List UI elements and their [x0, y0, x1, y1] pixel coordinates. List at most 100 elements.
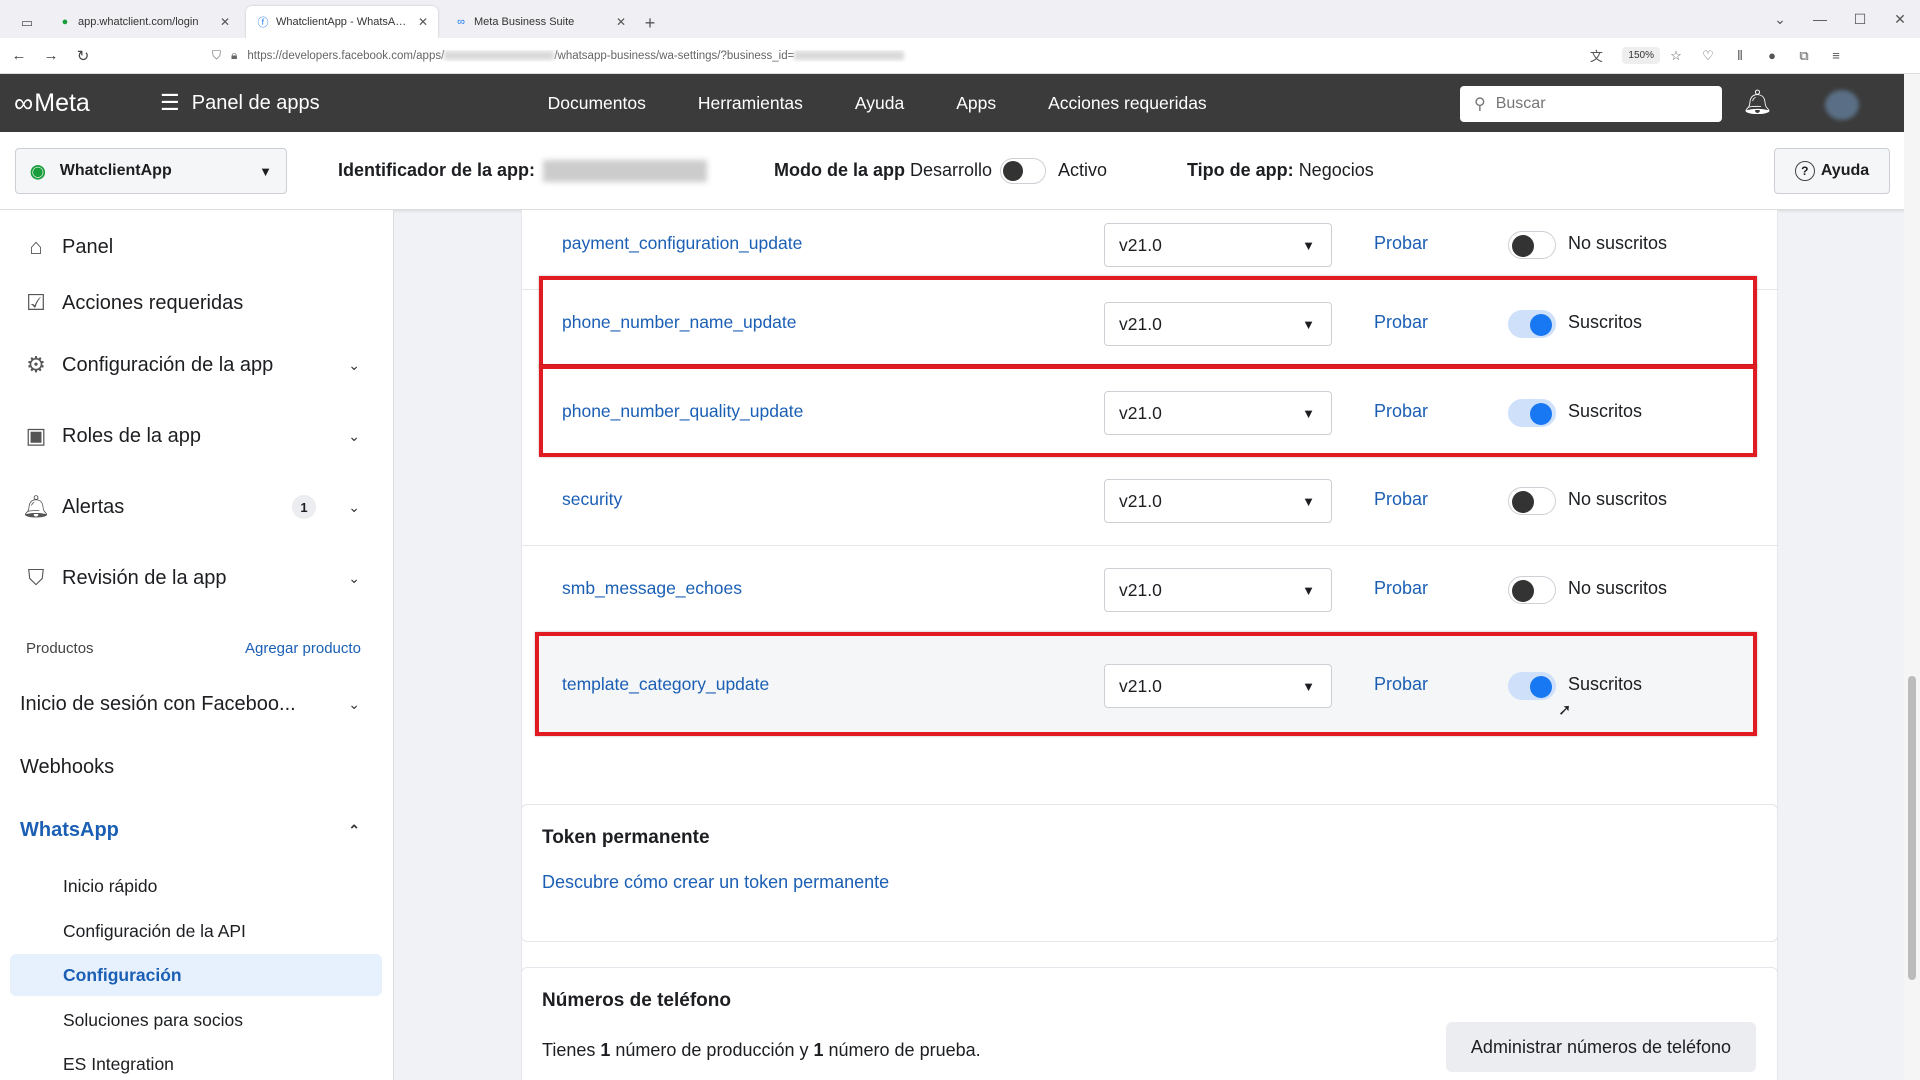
version-select[interactable]: v21.0 ▼ [1104, 664, 1332, 708]
browser-nav-bar: ← → ↻ ⛉ 🔒︎ https://developers.facebook.c… [0, 38, 1920, 74]
library-icon[interactable]: ⫴ [1724, 48, 1756, 64]
bookmark-star-icon[interactable]: ☆ [1660, 48, 1692, 64]
sidebar-item-configuracion-app[interactable]: ⚙ Configuración de la app ⌄ [20, 352, 360, 378]
tab-list-chevron-icon[interactable]: ⌄ [1760, 11, 1800, 28]
nav-documentos[interactable]: Documentos [548, 93, 646, 114]
sidebar-sub-es-integration[interactable]: ES Integration [63, 1054, 174, 1075]
sidebar-item-alertas[interactable]: 🔔︎ Alertas 1 ⌄ [20, 494, 360, 520]
hamburger-menu-icon[interactable]: ☰ [160, 90, 180, 116]
chevron-down-icon: ⌄ [348, 427, 360, 444]
id-badge-icon: ▣ [25, 423, 47, 448]
app-mode-active-label: Activo [1058, 160, 1108, 180]
nav-acciones-requeridas[interactable]: Acciones requeridas [1048, 93, 1207, 114]
subscribe-toggle[interactable] [1508, 672, 1556, 700]
test-link[interactable]: Probar [1374, 674, 1428, 695]
test-link[interactable]: Probar [1374, 401, 1428, 422]
subscribe-toggle[interactable] [1508, 399, 1556, 427]
test-link[interactable]: Probar [1374, 233, 1428, 254]
forward-arrow-icon[interactable]: → [38, 47, 64, 64]
subscribe-toggle[interactable] [1508, 487, 1556, 515]
translate-icon[interactable]: 文 [1580, 46, 1612, 65]
url-text: https://developers.facebook.com/apps//wh… [247, 50, 1580, 62]
mouse-cursor-icon: ➚ [1558, 702, 1572, 719]
version-select[interactable]: v21.0 ▼ [1104, 479, 1332, 523]
subscription-status: Suscritos [1568, 674, 1643, 694]
subscription-status: No suscritos [1568, 489, 1668, 509]
nav-apps[interactable]: Apps [956, 93, 996, 114]
minimize-icon[interactable]: — [1800, 11, 1840, 27]
webhook-row-phone-number-name-update: phone_number_name_update v21.0 ▼ Probar S… [539, 276, 1757, 368]
sidebar: ⌂ Panel ☑ Acciones requeridas ⚙ Configuraci… [0, 210, 394, 1080]
shield-icon: ⛉ [212, 48, 222, 62]
sidebar-item-acciones-requeridas[interactable]: ☑ Acciones requeridas [20, 290, 360, 316]
test-link[interactable]: Probar [1374, 489, 1428, 510]
version-select[interactable]: v21.0 ▼ [1104, 568, 1332, 612]
subscription-status: No suscritos [1568, 578, 1668, 598]
subscribe-toggle[interactable] [1508, 576, 1556, 604]
help-button[interactable]: ? Ayuda [1774, 148, 1890, 194]
sidebar-item-revision[interactable]: ⛉ Revisión de la app ⌄ [20, 565, 360, 591]
top-nav: Documentos Herramientas Ayuda Apps Accio… [548, 93, 1259, 114]
chevron-down-icon: ▼ [1302, 582, 1315, 598]
maximize-icon[interactable]: ☐ [1840, 11, 1880, 28]
subscribe-toggle[interactable] [1508, 310, 1556, 338]
app-mode-label: Modo de la app Desarrollo [774, 160, 993, 180]
scrollbar-thumb[interactable] [1908, 676, 1916, 980]
nav-herramientas[interactable]: Herramientas [698, 93, 803, 114]
sidebar-sub-inicio-rapido[interactable]: Inicio rápido [63, 876, 157, 897]
meta-infinity-icon: ∞ [14, 87, 33, 118]
address-bar[interactable]: ⛉ 🔒︎ https://developers.facebook.com/app… [212, 42, 1692, 70]
phone-numbers-card: Números de teléfono Tienes 1 número de p… [521, 967, 1778, 1080]
browser-tab-whatclient[interactable]: ● app.whatclient.com/login ✕ [48, 6, 240, 38]
subscribe-toggle[interactable] [1508, 231, 1556, 259]
tab-overview-icon[interactable]: ▭ [12, 8, 42, 38]
close-icon[interactable]: ✕ [220, 15, 230, 29]
gear-icon: ⚙ [26, 352, 46, 377]
browser-tab-meta-business[interactable]: ∞ Meta Business Suite ✕ [444, 6, 636, 38]
sidebar-item-fb-login[interactable]: Inicio de sesión con Faceboo... ⌄ [20, 693, 360, 716]
app-selector-dropdown[interactable]: ◉ WhatclientApp ▼ [15, 148, 287, 194]
new-tab-icon[interactable]: + [636, 8, 664, 38]
search-input[interactable] [1495, 95, 1696, 113]
bell-icon: 🔔︎ [22, 494, 50, 519]
extension-dark-icon[interactable]: ● [1756, 48, 1788, 63]
sidebar-item-roles[interactable]: ▣ Roles de la app ⌄ [20, 423, 360, 449]
window-close-icon[interactable]: ✕ [1880, 11, 1920, 28]
chevron-down-icon: ▼ [1302, 237, 1315, 253]
nav-ayuda[interactable]: Ayuda [855, 93, 904, 114]
browser-tab-whatclientapp[interactable]: ⓕ WhatclientApp - WhatsApp - Meta ✕ [246, 6, 438, 38]
app-mode-toggle[interactable] [1000, 158, 1046, 184]
add-product-link[interactable]: Agregar producto [245, 640, 361, 657]
menu-icon[interactable]: ≡ [1820, 48, 1852, 63]
chevron-down-icon: ▼ [1302, 678, 1315, 694]
sidebar-item-panel[interactable]: ⌂ Panel [20, 234, 360, 260]
token-help-link[interactable]: Descubre cómo crear un token permanente [542, 872, 889, 893]
close-icon[interactable]: ✕ [616, 15, 626, 29]
reload-icon[interactable]: ↻ [70, 47, 96, 65]
token-title: Token permanente [542, 827, 710, 848]
manage-phone-numbers-button[interactable]: Administrar números de teléfono [1446, 1022, 1756, 1072]
sidebar-sub-soluciones-socios[interactable]: Soluciones para socios [63, 1010, 243, 1031]
test-link[interactable]: Probar [1374, 312, 1428, 333]
notifications-bell-icon[interactable]: 🔔︎ [1742, 88, 1772, 117]
meta-logo[interactable]: ∞ Meta [14, 88, 142, 119]
extensions-icon[interactable]: ⧉ [1788, 48, 1820, 64]
panel-title[interactable]: Panel de apps [192, 92, 320, 115]
avatar[interactable] [1825, 90, 1859, 120]
zoom-level-badge[interactable]: 150% [1622, 47, 1660, 64]
sidebar-sub-config-api[interactable]: Configuración de la API [63, 921, 246, 942]
sidebar-sub-configuracion[interactable]: Configuración [10, 954, 382, 996]
chevron-down-icon: ⌄ [348, 356, 360, 373]
lock-icon: 🔒︎ [231, 48, 238, 62]
version-select[interactable]: v21.0 ▼ [1104, 223, 1332, 267]
sidebar-item-webhooks[interactable]: Webhooks [20, 756, 360, 779]
close-icon[interactable]: ✕ [418, 15, 428, 29]
back-arrow-icon[interactable]: ← [6, 47, 32, 64]
version-select[interactable]: v21.0 ▼ [1104, 302, 1332, 346]
test-link[interactable]: Probar [1374, 578, 1428, 599]
pocket-icon[interactable]: ♡ [1692, 48, 1724, 64]
version-select[interactable]: v21.0 ▼ [1104, 391, 1332, 435]
chevron-down-icon: ⌄ [348, 569, 360, 586]
sidebar-item-whatsapp[interactable]: WhatsApp ⌃ [20, 819, 360, 842]
question-icon: ? [1794, 161, 1815, 181]
